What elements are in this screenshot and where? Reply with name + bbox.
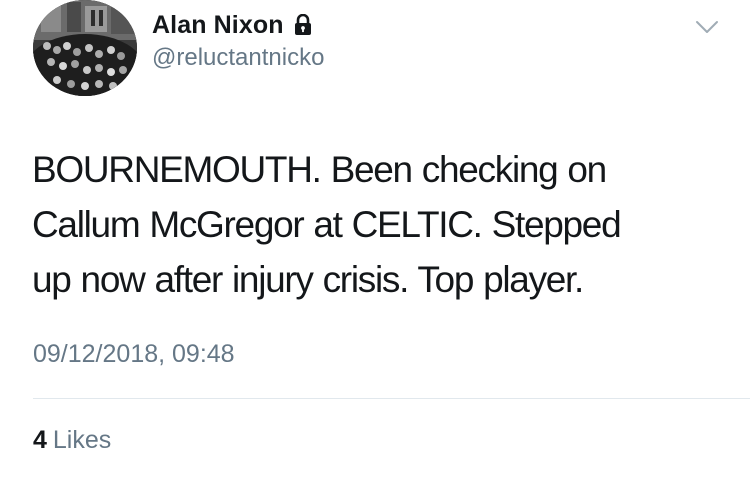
avatar-photo <box>33 0 137 96</box>
likes-count: 4 <box>33 426 47 454</box>
author-name-row: Alan Nixon <box>152 8 312 42</box>
tweet-text-line: up now after injury crisis. Top player. <box>32 259 584 300</box>
tweet-text-line: Callum McGregor at CELTIC. Stepped <box>32 204 622 245</box>
lock-icon <box>294 13 312 36</box>
tweet-text: BOURNEMOUTH. Been checking on Callum McG… <box>32 142 732 307</box>
author-display-name[interactable]: Alan Nixon <box>152 11 284 40</box>
tweet-text-line: BOURNEMOUTH. Been checking on <box>32 149 607 190</box>
author-handle[interactable]: @reluctantnicko <box>152 44 324 72</box>
likes-stat[interactable]: 4 Likes <box>33 426 111 455</box>
likes-label: Likes <box>52 426 112 454</box>
tweet-card: Alan Nixon @reluctantnicko BOURNEMOUTH. … <box>0 0 750 484</box>
divider <box>33 398 750 399</box>
tweet-timestamp[interactable]: 09/12/2018, 09:48 <box>33 340 235 369</box>
avatar[interactable] <box>33 0 137 96</box>
chevron-down-icon[interactable] <box>692 14 722 38</box>
